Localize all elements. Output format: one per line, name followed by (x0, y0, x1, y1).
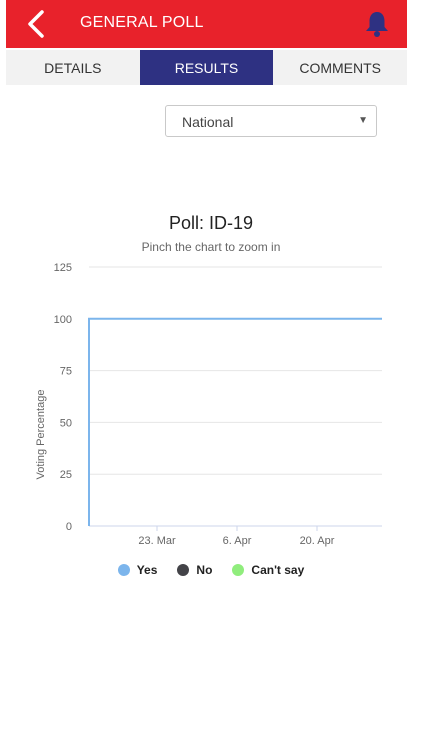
back-arrow-icon[interactable] (22, 8, 52, 40)
region-select[interactable]: National ▼ (165, 105, 377, 137)
legend-dot-yes (117, 564, 130, 576)
region-select-value: National (182, 114, 234, 130)
y-tick-label: 75 (60, 366, 72, 378)
tab-results[interactable]: RESULTS (139, 50, 274, 85)
chart-legend: Yes No Can't say (0, 563, 422, 577)
dropdown-caret-icon: ▼ (358, 115, 368, 126)
y-axis-title: Voting Percentage (35, 390, 47, 480)
x-tick-label: 23. Mar (138, 535, 176, 547)
legend-label-no: No (196, 563, 213, 577)
chart-title: Poll: ID-19 (168, 213, 254, 233)
page-title: GENERAL POLL (80, 14, 204, 31)
legend-item-cant-say[interactable]: Can't say (232, 563, 304, 577)
app-bar: GENERAL POLL (6, 0, 407, 48)
legend-item-no[interactable]: No (177, 563, 212, 577)
legend-label-yes: Yes (136, 563, 158, 577)
poll-results-chart[interactable]: 0 25 50 75 100 125 23. Mar 6. Apr 20. Apr Voting … (0, 255, 422, 555)
tab-comments[interactable]: COMMENTS (273, 50, 407, 85)
bell-icon[interactable] (363, 9, 391, 39)
x-tick-label: 6. Apr (223, 535, 252, 547)
y-tick-label: 0 (66, 521, 72, 533)
x-tick-label: 20. Apr (300, 535, 335, 547)
legend-dot-no (177, 564, 190, 576)
legend-item-yes[interactable]: Yes (117, 563, 158, 577)
y-tick-label: 125 (54, 262, 72, 274)
tab-bar: DETAILS RESULTS COMMENTS (6, 50, 407, 85)
y-tick-label: 100 (54, 314, 72, 326)
chart-subtitle: Pinch the chart to zoom in (141, 240, 281, 254)
legend-label-cant-say: Can't say (251, 563, 305, 577)
y-tick-label: 50 (60, 417, 72, 429)
tab-details[interactable]: DETAILS (6, 50, 140, 85)
y-tick-label: 25 (60, 469, 72, 481)
legend-dot-cant-say (232, 564, 245, 576)
